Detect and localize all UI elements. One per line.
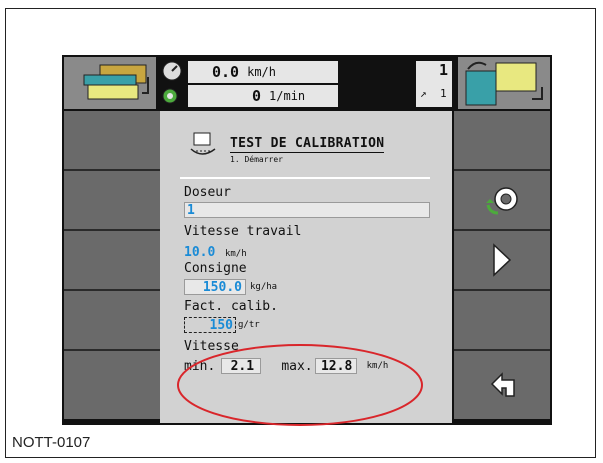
highlight-ellipse: [177, 344, 423, 426]
figure-caption: NOTT-0107: [12, 434, 91, 451]
highlight-overlay: [177, 344, 423, 426]
